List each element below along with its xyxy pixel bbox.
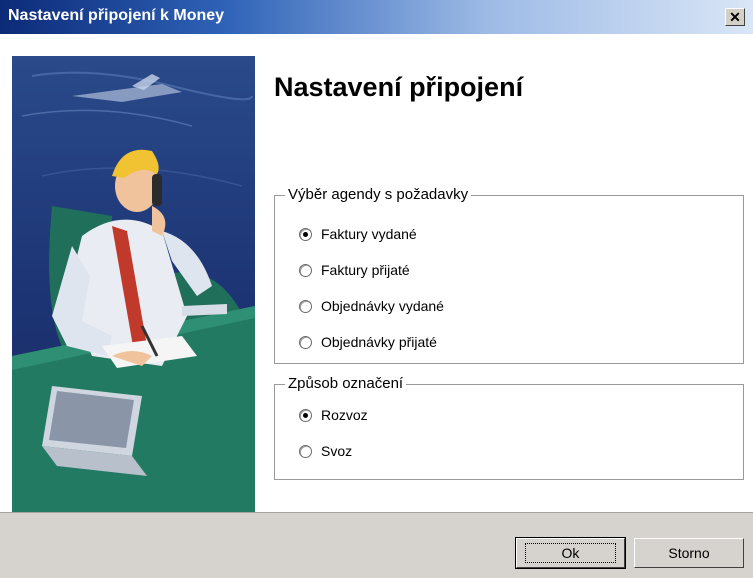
ok-button-label: Ok (524, 543, 617, 563)
radio-faktury-prijate[interactable]: Faktury přijaté (299, 259, 410, 281)
marking-group: Způsob označení Rozvoz Svoz (274, 375, 744, 480)
radio-label: Objednávky vydané (321, 298, 444, 314)
close-button[interactable]: ✕ (725, 8, 745, 26)
radio-objednavky-vydane[interactable]: Objednávky vydané (299, 295, 444, 317)
dialog-content: Nastavení připojení Výběr agendy s požad… (0, 34, 753, 512)
radio-label: Svoz (321, 443, 353, 459)
radio-rozvoz[interactable]: Rozvoz (299, 404, 368, 426)
cancel-button-label: Storno (668, 545, 710, 561)
radio-label: Faktury přijaté (321, 262, 410, 278)
radio-label: Objednávky přijaté (321, 334, 437, 350)
radio-button[interactable] (299, 263, 312, 277)
radio-button[interactable] (299, 444, 312, 458)
ok-button[interactable]: Ok (515, 537, 626, 569)
radio-button-checked[interactable] (299, 408, 312, 422)
radio-label: Rozvoz (321, 407, 368, 423)
cancel-button[interactable]: Storno (634, 538, 744, 568)
radio-button[interactable] (299, 335, 312, 349)
radio-objednavky-prijate[interactable]: Objednávky přijaté (299, 331, 437, 353)
radio-button-checked[interactable] (299, 227, 312, 241)
page-title: Nastavení připojení (274, 72, 524, 102)
radio-button[interactable] (299, 299, 312, 313)
title-bar[interactable]: Nastavení připojení k Money ✕ (0, 0, 753, 34)
close-icon: ✕ (729, 9, 741, 25)
businessman-illustration (12, 56, 255, 512)
button-bar: Ok Storno (0, 512, 753, 578)
radio-label: Faktury vydané (321, 226, 417, 242)
dialog-window: Nastavení připojení k Money ✕ Nastavení … (0, 0, 753, 578)
radio-faktury-vydane[interactable]: Faktury vydané (299, 223, 417, 245)
agenda-group: Výběr agendy s požadavky Faktury vydané … (274, 186, 744, 364)
marking-group-legend: Způsob označení (285, 375, 407, 392)
agenda-group-legend: Výběr agendy s požadavky (285, 186, 472, 203)
window-title: Nastavení připojení k Money (8, 7, 225, 24)
radio-svoz[interactable]: Svoz (299, 440, 352, 462)
